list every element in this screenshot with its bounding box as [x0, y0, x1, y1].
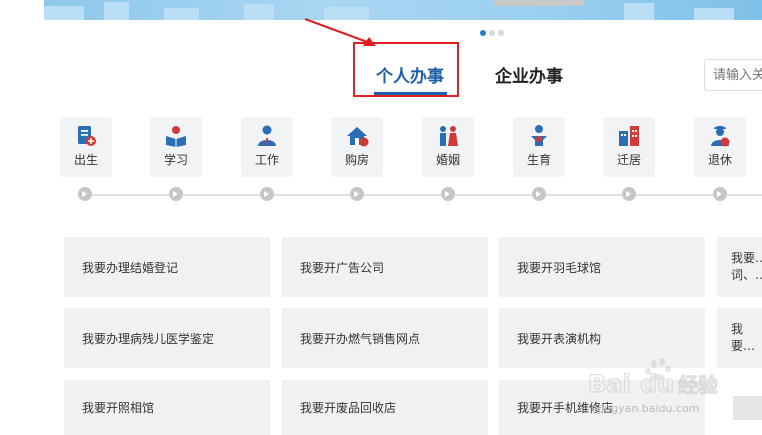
category-work[interactable]: 工作	[241, 117, 293, 177]
birth-document-icon	[78, 126, 96, 146]
work-person-icon	[258, 125, 276, 146]
timeline-node-childbirth[interactable]	[532, 187, 546, 201]
svg-text:Bai: Bai	[588, 370, 631, 398]
childbirth-icon	[531, 125, 547, 146]
service-card[interactable]: 我要开羽毛球馆	[499, 237, 705, 297]
service-card[interactable]: 我要开广告公司	[282, 237, 488, 297]
svg-text:du: du	[640, 370, 674, 398]
service-card[interactable]: 我要开办燃气销售网点	[282, 308, 488, 368]
timeline-node-work[interactable]	[260, 187, 274, 201]
service-card[interactable]: 我要… 词、…	[717, 237, 762, 297]
search-input[interactable]	[704, 59, 762, 91]
carousel-dot-1[interactable]	[480, 30, 486, 36]
category-label: 出生	[73, 153, 98, 167]
carousel-dot-3[interactable]	[498, 30, 504, 36]
category-relocation[interactable]: 迁居	[603, 117, 655, 177]
category-label: 购房	[344, 153, 369, 167]
active-tab-underline	[374, 92, 447, 95]
category-label: 学习	[163, 153, 188, 167]
category-label: 迁居	[616, 153, 641, 167]
blurred-region	[733, 396, 762, 420]
service-card[interactable]: 我要开照相馆	[64, 380, 270, 435]
service-card[interactable]: 我要办理病残儿医学鉴定	[64, 308, 270, 368]
category-timeline	[84, 194, 762, 196]
timeline-node-relocation[interactable]	[622, 187, 636, 201]
category-marriage[interactable]: 婚姻	[422, 117, 474, 177]
carousel-dot-2[interactable]	[489, 30, 495, 36]
service-card[interactable]: 我要办理结婚登记	[64, 237, 270, 297]
service-card[interactable]: 我要开废品回收店	[282, 380, 488, 435]
category-label: 婚姻	[435, 153, 460, 167]
watermark-url: jingyan.baidu.com	[598, 402, 700, 415]
carousel-indicator	[480, 30, 504, 36]
baidu-jingyan-watermark: Bai du 经验	[588, 358, 719, 399]
category-childbirth[interactable]: 生育	[513, 117, 565, 177]
timeline-node-marriage[interactable]	[441, 187, 455, 201]
tab-enterprise-affairs[interactable]: 企业办事	[495, 62, 563, 87]
house-purchase-icon	[347, 127, 369, 147]
svg-text:经验: 经验	[678, 373, 718, 397]
timeline-node-birth[interactable]	[78, 187, 92, 201]
marriage-couple-icon	[440, 126, 458, 146]
relocation-building-icon	[619, 126, 639, 146]
study-book-icon	[166, 126, 186, 147]
category-label: 生育	[526, 153, 551, 167]
tab-personal-affairs[interactable]: 个人办事	[376, 62, 444, 87]
category-label: 工作	[254, 153, 279, 167]
banner-image[interactable]	[44, 0, 762, 20]
category-study[interactable]: 学习	[150, 117, 202, 177]
category-label: 退休	[707, 153, 732, 167]
category-retirement[interactable]: 退休	[694, 117, 746, 177]
category-birth[interactable]: 出生	[60, 117, 112, 177]
timeline-node-study[interactable]	[169, 187, 183, 201]
category-house[interactable]: 购房	[331, 117, 383, 177]
retirement-person-icon	[711, 126, 730, 147]
timeline-node-house[interactable]	[350, 187, 364, 201]
timeline-node-retirement[interactable]	[713, 187, 727, 201]
